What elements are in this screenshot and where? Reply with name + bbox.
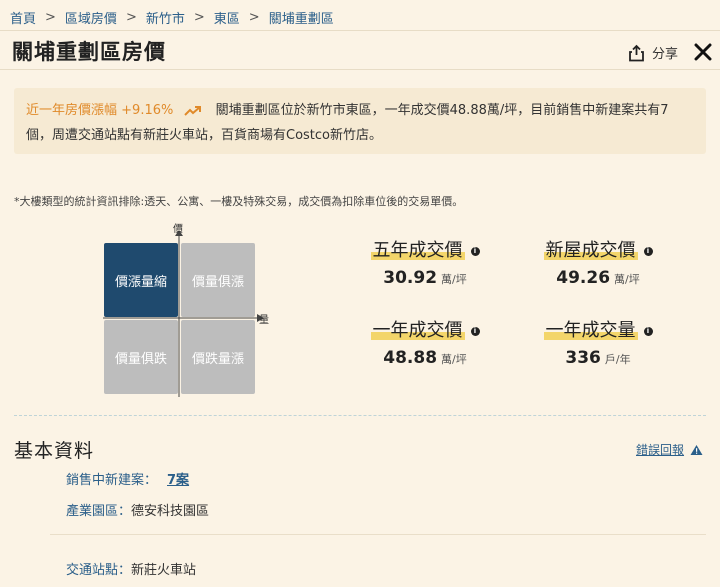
info-value: 新莊火車站	[131, 563, 197, 578]
stat-label: 一年成交價	[370, 316, 465, 342]
breadcrumb-separator: >	[125, 9, 137, 25]
close-icon[interactable]	[694, 42, 712, 62]
info-key: 產業園區：	[66, 504, 132, 519]
stat-label: 一年成交量	[543, 316, 638, 342]
trend-value: +9.16%	[121, 103, 174, 118]
quadrant-price-volume-down: 價量俱跌	[104, 320, 178, 394]
stat-value: 49.26	[556, 268, 611, 288]
info-key: 銷售中新建案：	[66, 473, 158, 488]
breadcrumb-city[interactable]: 新竹市	[146, 8, 185, 27]
stat-one-year-volume: 一年成交量 i 336 戶/年	[533, 316, 663, 368]
stat-value: 30.92	[383, 268, 438, 288]
summary-text-line2: 個，周遭交通站點有新莊火車站，百貨商場有Costco新竹店。	[26, 128, 383, 143]
stat-unit: 萬/坪	[614, 273, 640, 286]
info-icon[interactable]: i	[470, 247, 480, 256]
breadcrumb-current[interactable]: 關埔重劃區	[269, 8, 334, 27]
stat-label: 五年成交價	[370, 236, 465, 262]
info-icon[interactable]: i	[643, 247, 653, 256]
info-icon[interactable]: i	[470, 327, 480, 336]
trend-prefix: 近一年房價漲幅	[26, 103, 118, 118]
info-icon[interactable]: i	[643, 327, 653, 336]
quadrant-price-up-volume-down: 價漲量縮	[104, 243, 178, 317]
quadrant-price-down-volume-up: 價跌量漲	[181, 320, 255, 394]
stat-unit: 萬/坪	[441, 353, 467, 366]
section-divider	[14, 415, 706, 416]
stat-value: 336	[565, 348, 601, 368]
breadcrumb-home[interactable]: 首頁	[10, 8, 36, 27]
axis-price-label: 價	[173, 224, 183, 235]
summary-box: 近一年房價漲幅 +9.16% 關埔重劃區位於新竹市東區，一年成交價48.88萬/…	[14, 88, 706, 154]
axis-volume-label: 量	[259, 315, 269, 326]
statistics-note: *大樓類型的統計資訊排除:透天、公寓、一樓及特殊交易，成交價為扣除車位後的交易單…	[14, 195, 464, 208]
warning-icon	[690, 444, 703, 455]
share-button[interactable]: 分享	[628, 43, 678, 62]
report-error-label: 錯誤回報	[636, 443, 685, 457]
breadcrumb: 首頁 > 區域房價 > 新竹市 > 東區 > 關埔重劃區	[10, 6, 334, 28]
new-projects-link[interactable]: 7案	[167, 473, 189, 488]
share-icon	[629, 44, 644, 61]
stat-unit: 戶/年	[604, 353, 631, 366]
divider	[0, 30, 720, 31]
breadcrumb-district[interactable]: 東區	[214, 8, 240, 27]
stat-new-house-price: 新屋成交價 i 49.26 萬/坪	[533, 236, 663, 288]
info-row-transit: 交通站點：新莊火車站	[66, 559, 196, 578]
divider	[50, 534, 706, 535]
info-row-new-projects: 銷售中新建案： 7案	[66, 469, 189, 488]
page-title: 關埔重劃區房價	[12, 40, 166, 64]
summary-text-line1: 關埔重劃區位於新竹市東區，一年成交價48.88萬/坪，目前銷售中新建案共有7	[215, 103, 669, 118]
divider	[0, 69, 720, 70]
stat-five-year-price: 五年成交價 i 30.92 萬/坪	[360, 236, 490, 288]
share-label: 分享	[652, 47, 679, 62]
price-volume-quadrant: 價 量 價漲量縮 價量俱漲 價量俱跌 價跌量漲	[103, 222, 273, 397]
info-key: 交通站點：	[66, 563, 132, 578]
quadrant-price-volume-up: 價量俱漲	[181, 243, 255, 317]
trend-up-icon	[183, 105, 201, 116]
breadcrumb-separator: >	[248, 9, 260, 25]
stat-label: 新屋成交價	[543, 236, 638, 262]
breadcrumb-region-prices[interactable]: 區域房價	[65, 8, 117, 27]
info-row-industrial-park: 產業園區：德安科技園區	[66, 500, 209, 519]
breadcrumb-separator: >	[45, 9, 56, 25]
breadcrumb-separator: >	[193, 9, 205, 25]
stat-one-year-price: 一年成交價 i 48.88 萬/坪	[360, 316, 490, 368]
info-value: 德安科技園區	[131, 504, 210, 519]
stat-value: 48.88	[383, 348, 438, 368]
basic-info-title: 基本資料	[14, 440, 95, 462]
stat-unit: 萬/坪	[441, 273, 467, 286]
report-error-link[interactable]: 錯誤回報	[636, 441, 703, 458]
